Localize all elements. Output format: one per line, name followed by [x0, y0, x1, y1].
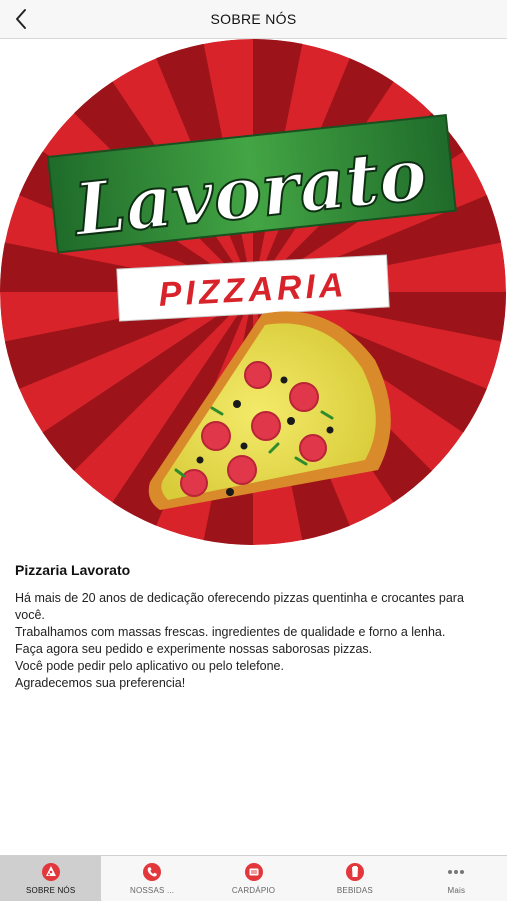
tab-label: NOSSAS ... [129, 886, 175, 895]
about-paragraph: Agradecemos sua preferencia! [15, 676, 186, 690]
tab-label: SOBRE NÓS [26, 886, 76, 895]
pizzeria-logo: Lavorato PIZZARIA [0, 39, 507, 549]
bottom-tab-bar: SOBRE NÓS NOSSAS ... CARDÁPIO BEBIDAS Ma… [0, 855, 507, 901]
tab-nossas[interactable]: NOSSAS ... [101, 856, 202, 901]
tab-label: BEBIDAS [336, 886, 373, 895]
tab-label: Mais [447, 886, 466, 895]
about-section: Pizzaria Lavorato Há mais de 20 anos de … [15, 562, 495, 692]
tab-cardapio[interactable]: CARDÁPIO [203, 856, 304, 901]
tab-label: CARDÁPIO [231, 886, 276, 895]
about-paragraph: Há mais de 20 anos de dedicação oferecen… [15, 591, 464, 622]
about-paragraph: Faça agora seu pedido e experimente noss… [15, 642, 373, 656]
tab-mais[interactable]: Mais [406, 856, 507, 901]
more-icon [448, 870, 465, 874]
top-navigation-bar: SOBRE NÓS [0, 0, 507, 39]
about-title: Pizzaria Lavorato [15, 562, 131, 578]
phone-icon [143, 863, 162, 881]
tab-bebidas[interactable]: BEBIDAS [304, 856, 405, 901]
menu-card-icon [244, 863, 263, 881]
tab-sobre-nos[interactable]: SOBRE NÓS [0, 856, 102, 901]
page-title: SOBRE NÓS [210, 11, 297, 27]
about-paragraph: Você pode pedir pelo aplicativo ou pelo … [15, 659, 284, 673]
pizza-icon [41, 863, 60, 881]
about-paragraph: Trabalhamos com massas frescas. ingredie… [15, 625, 446, 639]
drink-icon [345, 863, 364, 881]
logo-image: Lavorato PIZZARIA [0, 39, 506, 545]
